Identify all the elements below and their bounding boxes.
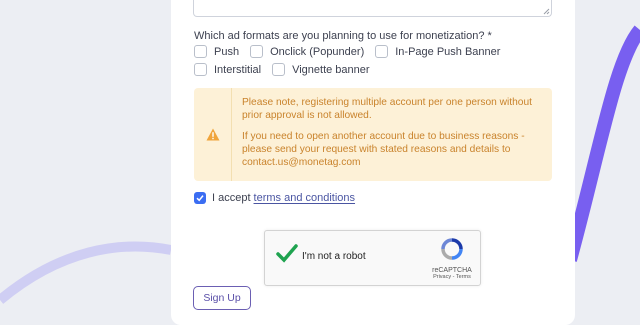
recaptcha-brand: reCAPTCHA	[432, 267, 472, 274]
checkbox-label: In-Page Push Banner	[395, 45, 501, 58]
checkbox-onclick[interactable]: Onclick (Popunder)	[250, 45, 364, 58]
resize-handle-icon[interactable]	[543, 8, 550, 15]
ad-formats-question: Which ad formats are you planning to use…	[194, 30, 492, 42]
notice-line-2: If you need to open another account due …	[242, 131, 525, 168]
multiple-account-notice: Please note, registering multiple accoun…	[194, 88, 552, 181]
accept-label: I accept	[212, 192, 251, 204]
notice-line-1: Please note, registering multiple accoun…	[242, 97, 532, 121]
captcha-label: I'm not a robot	[302, 251, 366, 262]
checkbox-box[interactable]	[194, 45, 207, 58]
captcha-checkmark-icon[interactable]	[276, 244, 298, 264]
privacy-link[interactable]: Privacy	[433, 274, 451, 280]
checkbox-box[interactable]	[272, 63, 286, 76]
checkbox-interstitial[interactable]: Interstitial	[194, 63, 261, 76]
comments-textarea[interactable]	[193, 0, 552, 17]
checkbox-label: Vignette banner	[292, 63, 370, 76]
accept-terms-checkbox[interactable]	[194, 192, 206, 204]
recaptcha-links: Privacy - Terms	[431, 274, 473, 280]
recaptcha-logo: reCAPTCHA Privacy - Terms	[431, 237, 473, 280]
checkbox-vignette[interactable]: Vignette banner	[272, 63, 370, 76]
checkbox-label: Onclick (Popunder)	[270, 45, 365, 58]
ad-formats-row-2: Interstitial Vignette banner	[194, 63, 381, 76]
notice-icon-column	[194, 88, 232, 181]
links-separator: -	[452, 274, 455, 280]
accept-terms-row: I accept terms and conditions	[194, 192, 355, 204]
checkbox-label: Interstitial	[214, 63, 262, 76]
terms-link-captcha[interactable]: Terms	[456, 274, 471, 280]
checkbox-box[interactable]	[194, 63, 207, 76]
terms-link[interactable]: terms and conditions	[254, 192, 356, 204]
checkbox-label: Push	[214, 45, 240, 58]
checkbox-box[interactable]	[375, 45, 389, 58]
notice-text: Please note, registering multiple accoun…	[242, 96, 542, 177]
checkbox-push[interactable]: Push	[194, 45, 239, 58]
recaptcha-widget: I'm not a robot reCAPTCHA Privacy - Term…	[264, 230, 481, 286]
sign-up-button[interactable]: Sign Up	[193, 286, 251, 310]
checkmark-icon	[196, 195, 204, 202]
checkbox-inpage-push[interactable]: In-Page Push Banner	[375, 45, 500, 58]
checkbox-box[interactable]	[250, 45, 264, 58]
ad-formats-row-1: Push Onclick (Popunder) In-Page Push Ban…	[194, 45, 511, 58]
warning-icon	[206, 128, 219, 141]
recaptcha-icon	[441, 238, 463, 260]
